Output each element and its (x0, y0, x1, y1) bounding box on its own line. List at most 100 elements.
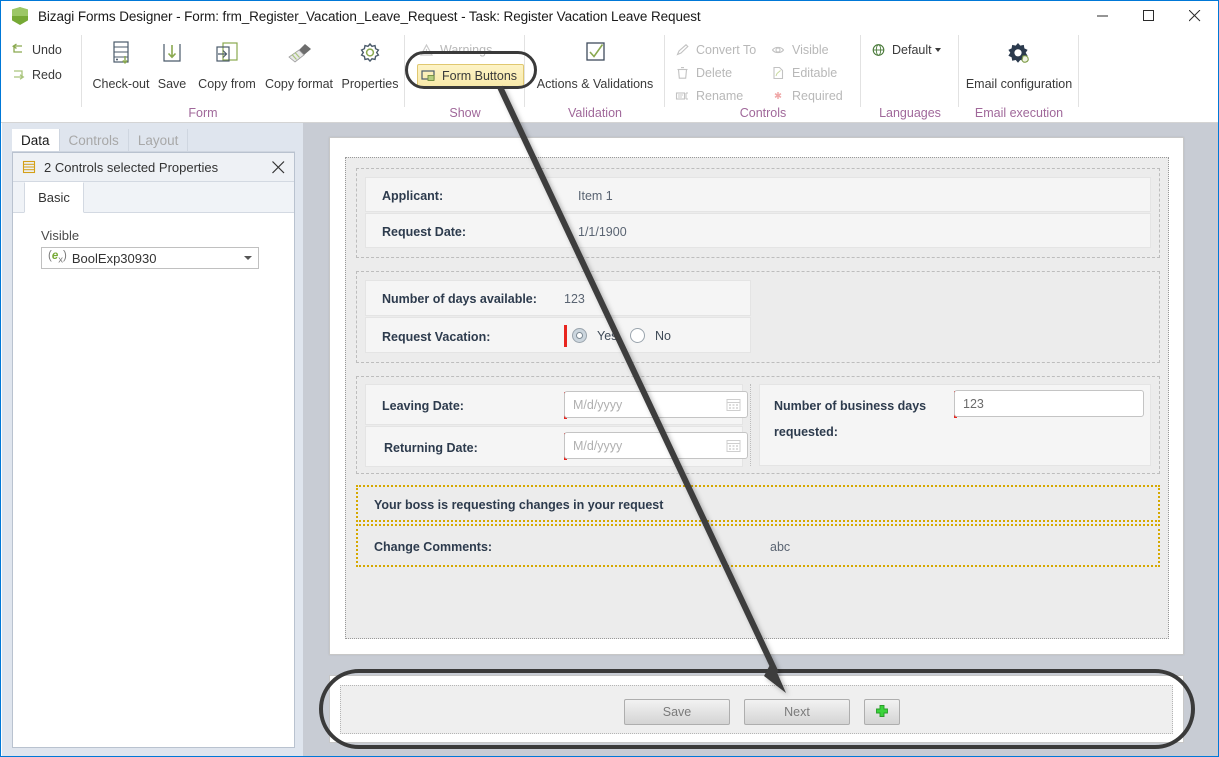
warnings-button[interactable]: Warnings (419, 39, 492, 60)
next-form-button[interactable]: Next (744, 699, 850, 725)
visible-expression-combo[interactable]: (ex) BoolExp30930 (41, 247, 259, 269)
tab-controls[interactable]: Controls (60, 129, 129, 151)
required-label: Required (792, 88, 843, 103)
chevron-down-icon[interactable] (934, 47, 941, 52)
save-button[interactable]: Save (149, 35, 195, 91)
copy-format-button[interactable]: Copy format (261, 35, 337, 91)
warnings-label: Warnings (440, 42, 493, 57)
tab-data[interactable]: Data (12, 129, 60, 151)
request-date-label: Request Date: (382, 225, 467, 239)
editable-button[interactable]: Editable (771, 62, 837, 83)
visible-ribbon-label: Visible (792, 42, 829, 57)
editable-label: Editable (792, 65, 838, 80)
section-applicant[interactable]: Applicant: Item 1 Request Date: 1/1/1900 (356, 168, 1160, 258)
properties-title: 2 Controls selected Properties (44, 159, 219, 175)
panel-tabs: Data Controls Layout (12, 129, 189, 151)
properties-button[interactable]: Properties (337, 35, 403, 91)
section-dates[interactable]: Leaving Date: M/d/yyyy Returning Date: M… (356, 376, 1160, 474)
business-days-label-line2: requested: (774, 425, 838, 439)
checkout-button[interactable]: Check-out (89, 35, 153, 91)
tab-basic[interactable]: Basic (24, 182, 84, 213)
application-window: Bizagi Forms Designer - Form: frm_Regist… (0, 0, 1219, 757)
change-comments-label: Change Comments: (374, 540, 493, 554)
radio-yes[interactable] (572, 328, 587, 343)
minimize-icon[interactable] (1080, 1, 1126, 31)
close-icon[interactable] (269, 158, 287, 176)
page-pencil-icon (771, 66, 790, 80)
row-request-vacation[interactable]: Request Vacation: Yes No (365, 317, 751, 353)
default-language-label: Default (892, 42, 932, 57)
save-form-button[interactable]: Save (624, 699, 730, 725)
actions-validations-label: Actions & Validations (536, 77, 654, 91)
row-returning-date[interactable]: Returning Date: M/d/yyyy (365, 426, 748, 467)
row-request-date[interactable]: Request Date: 1/1/1900 (365, 213, 1151, 248)
radio-no[interactable] (630, 328, 645, 343)
section-change-comments[interactable]: Change Comments: abc (356, 524, 1160, 567)
row-business-days[interactable]: Number of business days requested: 123 (759, 384, 1151, 466)
ribbon-group-label-email: Email execution (974, 106, 1064, 120)
required-button[interactable]: Required (771, 85, 843, 106)
actions-validations-button[interactable]: Actions & Validations (533, 35, 657, 91)
undo-label: Undo (32, 42, 62, 57)
convert-pencil-icon (675, 43, 694, 57)
redo-label: Redo (32, 67, 62, 82)
ribbon-group-languages: Default Languages (861, 31, 959, 123)
calendar-icon[interactable] (726, 397, 741, 417)
section-days[interactable]: Number of days available: 123 Request Va… (356, 271, 1160, 363)
applicant-label: Applicant: (382, 189, 444, 203)
rename-button[interactable]: Rename (675, 85, 743, 106)
close-icon[interactable] (1172, 1, 1218, 31)
convert-to-button[interactable]: Convert To (675, 39, 756, 60)
row-applicant[interactable]: Applicant: Item 1 (365, 177, 1151, 212)
row-days-available[interactable]: Number of days available: 123 (365, 280, 751, 316)
leaving-date-input[interactable]: M/d/yyyy (564, 391, 748, 418)
window-controls (1080, 1, 1218, 31)
required-marker (564, 325, 567, 347)
returning-date-input[interactable]: M/d/yyyy (564, 432, 748, 459)
email-configuration-button[interactable]: Email configuration (965, 35, 1073, 91)
form-canvas: Applicant: Item 1 Request Date: 1/1/1900… (303, 123, 1218, 756)
undo-button[interactable]: Undo (11, 39, 62, 60)
redo-button[interactable]: Redo (11, 64, 62, 85)
trash-icon (675, 66, 694, 80)
checkout-icon (108, 35, 134, 75)
business-days-value: 123 (963, 396, 984, 411)
maximize-icon[interactable] (1126, 1, 1172, 31)
bizagi-hexagon-logo-icon (11, 7, 29, 25)
calendar-icon[interactable] (726, 438, 741, 458)
ribbon-group-label-show: Show (449, 106, 481, 120)
form-sheet: Applicant: Item 1 Request Date: 1/1/1900… (329, 137, 1184, 655)
days-available-value: 123 (564, 292, 585, 306)
row-leaving-date[interactable]: Leaving Date: M/d/yyyy (365, 384, 748, 425)
convert-to-label: Convert To (696, 42, 757, 57)
title-bar: Bizagi Forms Designer - Form: frm_Regist… (1, 1, 1218, 31)
form-buttons-label: Form Buttons (442, 69, 518, 83)
rename-icon (675, 89, 694, 103)
tab-layout[interactable]: Layout (129, 129, 189, 151)
chevron-down-icon[interactable] (244, 256, 252, 260)
business-days-label-line1: Number of business days (774, 399, 927, 413)
returning-date-label: Returning Date: (384, 441, 478, 455)
paintbrush-icon (283, 35, 315, 75)
rename-label: Rename (696, 88, 744, 103)
section-boss-message[interactable]: Your boss is requesting changes in your … (356, 485, 1160, 522)
form-buttons-toggle[interactable]: Form Buttons (417, 64, 525, 88)
returning-date-placeholder: M/d/yyyy (573, 438, 623, 453)
ribbon-group-validation: Actions & Validations Validation (525, 31, 665, 123)
checkmark-box-icon (581, 35, 609, 75)
ribbon-toolbar: Undo Redo Check-out Save Copy from Copy … (1, 31, 1218, 123)
add-button[interactable] (864, 699, 900, 725)
business-days-input[interactable]: 123 (954, 390, 1144, 417)
ribbon-group-label-languages: Languages (879, 106, 941, 120)
controls-stack-icon (22, 160, 36, 174)
copy-from-button[interactable]: Copy from (193, 35, 261, 91)
ribbon-group-label-form: Form (188, 106, 218, 120)
delete-button[interactable]: Delete (675, 62, 732, 83)
days-available-label: Number of days available: (382, 292, 537, 306)
default-language-button[interactable]: Default (871, 39, 941, 60)
visible-button[interactable]: Visible (771, 39, 829, 60)
asterisk-icon (771, 89, 790, 103)
ribbon-group-show: Warnings Form Buttons Show (405, 31, 525, 123)
ribbon-group-label-validation: Validation (568, 106, 622, 120)
email-configuration-label: Email configuration (965, 77, 1073, 91)
